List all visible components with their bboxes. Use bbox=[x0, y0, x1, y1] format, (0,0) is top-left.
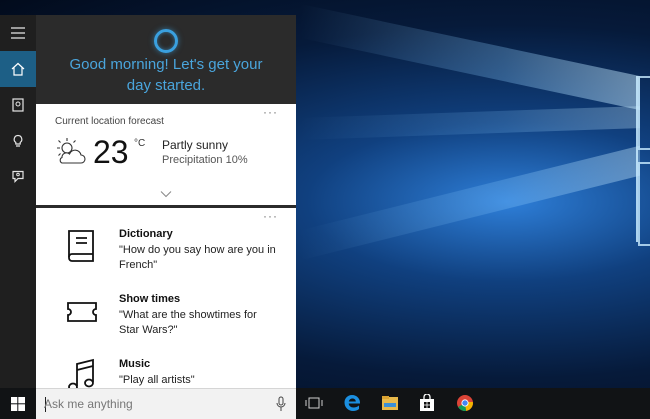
tip-title: Dictionary bbox=[119, 228, 173, 240]
ticket-icon bbox=[67, 302, 97, 322]
chrome-icon bbox=[457, 395, 473, 411]
feedback-button[interactable] bbox=[0, 159, 36, 195]
task-view-icon bbox=[305, 397, 323, 409]
notebook-button[interactable] bbox=[0, 87, 36, 123]
tip-example: "Play all artists" bbox=[119, 374, 195, 386]
hamburger-menu-button[interactable] bbox=[0, 15, 36, 51]
tip-title: Music bbox=[119, 358, 151, 370]
tip-title: Show times bbox=[119, 293, 181, 305]
cortana-panel: Good morning! Let's get your day started… bbox=[36, 15, 296, 388]
file-explorer-icon bbox=[382, 396, 398, 410]
music-note-icon bbox=[68, 358, 94, 388]
wallpaper-light-beam bbox=[300, 106, 640, 140]
tip-example: "How do you say how are you in French" bbox=[119, 244, 276, 271]
chevron-down-icon[interactable] bbox=[160, 190, 172, 198]
cortana-tips-card: ··· Dictionary "How do you say how are y… bbox=[36, 208, 296, 388]
store-button[interactable] bbox=[416, 392, 438, 414]
greeting-text: Good morning! Let's get your day started… bbox=[36, 54, 296, 96]
more-options-button[interactable]: ··· bbox=[263, 209, 278, 223]
book-icon bbox=[68, 230, 94, 262]
windows-logo-icon bbox=[11, 396, 25, 411]
microphone-icon[interactable] bbox=[276, 396, 286, 412]
wallpaper-window-logo bbox=[636, 76, 650, 246]
temperature-unit: °C bbox=[134, 138, 146, 149]
temperature-value: 23 bbox=[93, 134, 129, 170]
cortana-logo-icon bbox=[154, 29, 178, 53]
weather-condition: Partly sunny bbox=[162, 138, 229, 152]
task-view-button[interactable] bbox=[303, 392, 325, 414]
weather-card-label: Current location forecast bbox=[55, 116, 164, 127]
hamburger-menu-icon bbox=[11, 27, 25, 39]
taskbar bbox=[0, 388, 650, 419]
store-icon bbox=[420, 394, 434, 411]
tip-example: "What are the showtimes for Star Wars?" bbox=[119, 309, 257, 336]
edge-button[interactable] bbox=[341, 392, 363, 414]
greeting-line-1: Good morning! Let's get your bbox=[69, 56, 263, 73]
cortana-header: Good morning! Let's get your day started… bbox=[36, 15, 296, 104]
cortana-nav-rail bbox=[0, 15, 36, 388]
edge-icon bbox=[344, 395, 361, 411]
search-input[interactable] bbox=[44, 395, 264, 413]
home-button[interactable] bbox=[0, 51, 36, 87]
notebook-icon bbox=[12, 98, 24, 112]
home-icon bbox=[11, 62, 25, 76]
chrome-button[interactable] bbox=[454, 392, 476, 414]
precipitation-text: Precipitation 10% bbox=[162, 154, 248, 166]
cortana-search-box[interactable] bbox=[36, 388, 296, 419]
wallpaper-light-beam bbox=[300, 3, 640, 111]
greeting-line-2: day started. bbox=[126, 77, 206, 94]
partly-sunny-icon bbox=[57, 138, 86, 164]
wallpaper-light-beam bbox=[300, 145, 640, 261]
file-explorer-button[interactable] bbox=[379, 392, 401, 414]
start-button[interactable] bbox=[0, 388, 36, 419]
weather-card[interactable]: ··· Current location forecast 23 °C Part… bbox=[36, 104, 296, 205]
reminders-button[interactable] bbox=[0, 123, 36, 159]
more-options-button[interactable]: ··· bbox=[263, 105, 278, 119]
feedback-icon bbox=[12, 170, 24, 183]
lightbulb-icon bbox=[13, 134, 23, 147]
